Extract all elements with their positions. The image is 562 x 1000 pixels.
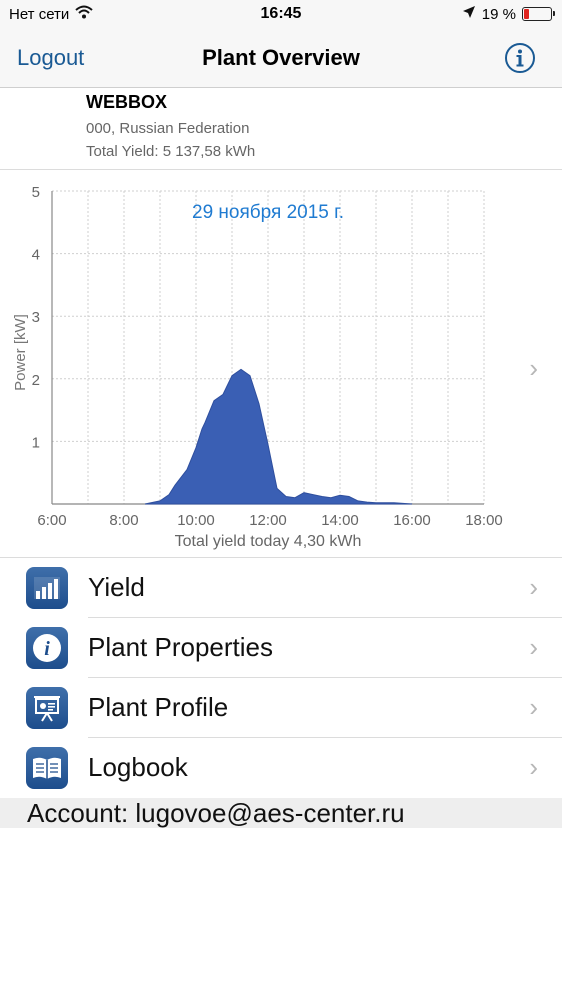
- x-tick-label: 8:00: [109, 512, 138, 529]
- y-tick-label: 4: [32, 247, 40, 264]
- info-icon: i: [26, 627, 68, 669]
- power-chart: 1 2 3 4 5 6:00 8:00 10:00 12:00 14:00 16:00 18:00 Po…: [12, 184, 503, 550]
- status-bar: Нет сети 16:45 19 %: [0, 0, 562, 30]
- battery-level: [524, 9, 530, 19]
- chevron-right-icon: ›: [529, 353, 538, 383]
- presentation-icon: [26, 687, 68, 729]
- battery-icon: [522, 7, 555, 21]
- bar-chart-icon: [26, 567, 68, 609]
- menu-item-logbook[interactable]: Logbook ›: [0, 738, 562, 798]
- menu-item-yield[interactable]: Yield ›: [0, 558, 562, 618]
- info-icon: [505, 43, 535, 73]
- account-label: Account: lugovoe@aes-center.ru: [27, 798, 405, 828]
- chevron-right-icon: ›: [529, 632, 538, 662]
- account-bar: Account: lugovoe@aes-center.ru: [0, 798, 562, 828]
- x-tick-label: 14:00: [321, 512, 359, 529]
- y-tick-label: 1: [32, 434, 40, 451]
- x-tick-label: 18:00: [465, 512, 503, 529]
- plant-name: WEBBOX: [86, 92, 167, 112]
- menu-item-plant-properties[interactable]: i Plant Properties ›: [0, 618, 562, 678]
- chevron-right-icon: ›: [529, 692, 538, 722]
- battery-percent: 19 %: [481, 5, 516, 23]
- menu-item-label: Yield: [88, 572, 145, 602]
- page-title: Plant Overview: [202, 45, 360, 70]
- x-tick-label: 6:00: [37, 512, 66, 529]
- power-chart-panel[interactable]: 1 2 3 4 5 6:00 8:00 10:00 12:00 14:00 16:00 18:00 Po…: [0, 171, 562, 558]
- chart-title: 29 ноября 2015 г.: [192, 202, 344, 223]
- x-tick-label: 10:00: [177, 512, 215, 529]
- menu-item-label: Logbook: [88, 752, 188, 782]
- plant-header: WEBBOX 000, Russian Federation Total Yie…: [0, 88, 562, 170]
- status-right: 19 %: [462, 5, 555, 23]
- plant-total-yield: Total Yield: 5 137,58 kWh: [86, 143, 256, 160]
- chevron-right-icon: ›: [529, 572, 538, 602]
- power-area-series: [144, 368, 413, 505]
- x-tick-label: 12:00: [249, 512, 287, 529]
- menu-item-plant-profile[interactable]: Plant Profile ›: [0, 678, 562, 738]
- location-arrow-icon: [462, 5, 476, 23]
- y-tick-label: 3: [32, 309, 40, 326]
- nav-bar: Logout Plant Overview: [0, 30, 562, 88]
- chart-footer: Total yield today 4,30 kWh: [175, 533, 362, 550]
- plant-location: 000, Russian Federation: [86, 120, 250, 137]
- y-tick-label: 5: [32, 184, 40, 201]
- svg-text:i: i: [44, 638, 50, 660]
- menu-item-label: Plant Properties: [88, 632, 273, 662]
- info-button[interactable]: [504, 42, 536, 74]
- y-tick-label: 2: [32, 372, 40, 389]
- book-icon: [26, 747, 68, 789]
- y-axis-label: Power [kW]: [12, 314, 29, 391]
- chevron-right-icon: ›: [529, 752, 538, 782]
- x-tick-label: 16:00: [393, 512, 431, 529]
- menu-item-label: Plant Profile: [88, 692, 229, 722]
